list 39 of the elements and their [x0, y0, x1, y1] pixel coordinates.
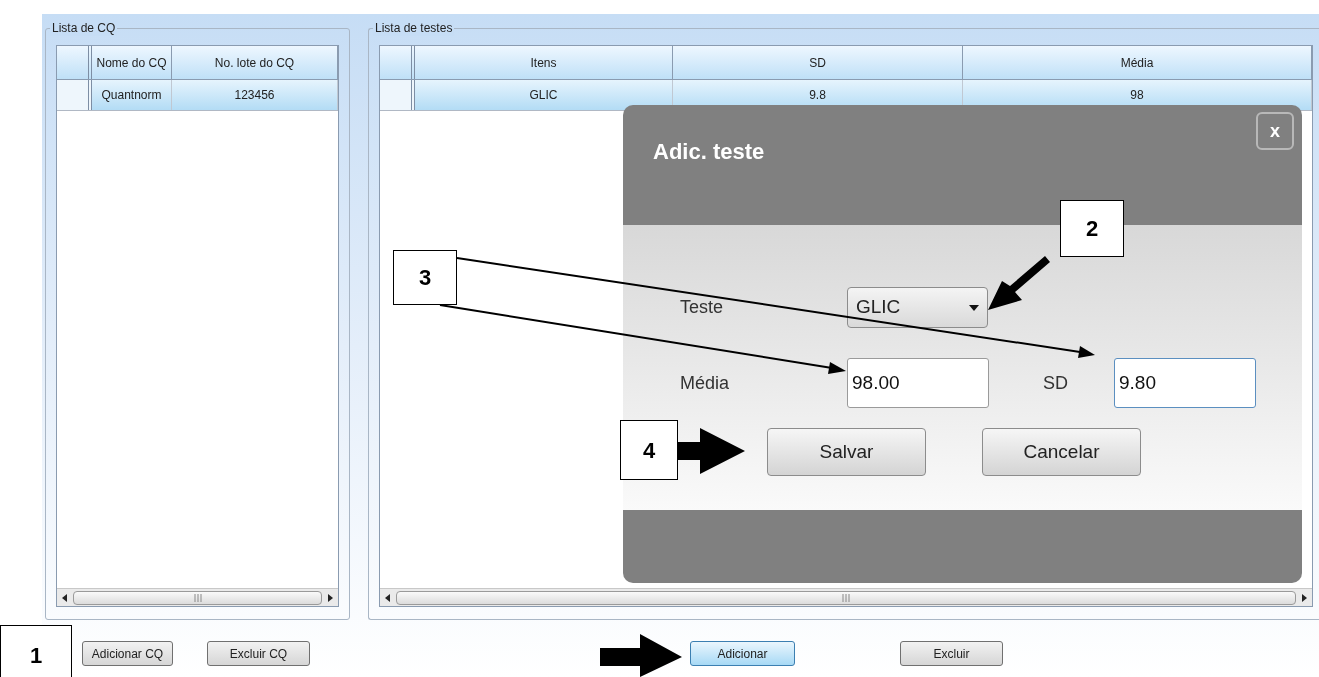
- scroll-grip-icon: [193, 593, 202, 602]
- dialog-title: Adic. teste: [653, 138, 765, 166]
- dialog-button[interactable]: Salvar: [767, 428, 926, 476]
- dropdown-caret-icon: [969, 304, 979, 311]
- action-button[interactable]: Adicionar: [690, 641, 795, 666]
- action-button[interactable]: Adicionar CQ: [82, 641, 173, 666]
- row-header-cell: [380, 80, 415, 110]
- callout-number: 3: [393, 250, 457, 305]
- column-header[interactable]: Nome do CQ: [92, 46, 172, 79]
- number-input-field[interactable]: 98.00: [847, 358, 989, 408]
- table-cell: Quantnorm: [92, 80, 172, 110]
- column-header[interactable]: Itens: [415, 46, 673, 79]
- row-header-cell: [57, 46, 92, 79]
- callout-number: 4: [620, 420, 678, 480]
- row-header-cell: [380, 46, 415, 79]
- field-label: SD: [1043, 371, 1069, 395]
- callout-number: 1: [0, 625, 72, 677]
- horizontal-scrollbar[interactable]: [57, 588, 338, 606]
- column-header[interactable]: No. lote do CQ: [172, 46, 338, 79]
- column-header[interactable]: SD: [673, 46, 963, 79]
- field-label: Média: [680, 371, 731, 395]
- callout-arrow: [988, 256, 1050, 310]
- action-button[interactable]: Excluir CQ: [207, 641, 310, 666]
- dialog-button[interactable]: Cancelar: [982, 428, 1141, 476]
- callout-arrow: [678, 428, 745, 474]
- close-button[interactable]: x: [1256, 112, 1294, 150]
- test-dropdown[interactable]: GLIC: [847, 287, 988, 328]
- column-header[interactable]: Média: [963, 46, 1312, 79]
- horizontal-scrollbar[interactable]: [380, 588, 1312, 606]
- number-input-field[interactable]: 9.80: [1114, 358, 1256, 408]
- action-button[interactable]: Excluir: [900, 641, 1003, 666]
- row-header-cell: [57, 80, 92, 110]
- callout-number: 2: [1060, 200, 1124, 257]
- table-cell: 123456: [172, 80, 338, 110]
- group-title: Lista de CQ: [50, 20, 118, 36]
- grid-row[interactable]: Quantnorm 123456: [57, 80, 338, 111]
- scroll-grip-icon: [842, 593, 850, 602]
- dropdown-value: GLIC: [856, 295, 901, 320]
- field-label: Teste: [680, 296, 725, 319]
